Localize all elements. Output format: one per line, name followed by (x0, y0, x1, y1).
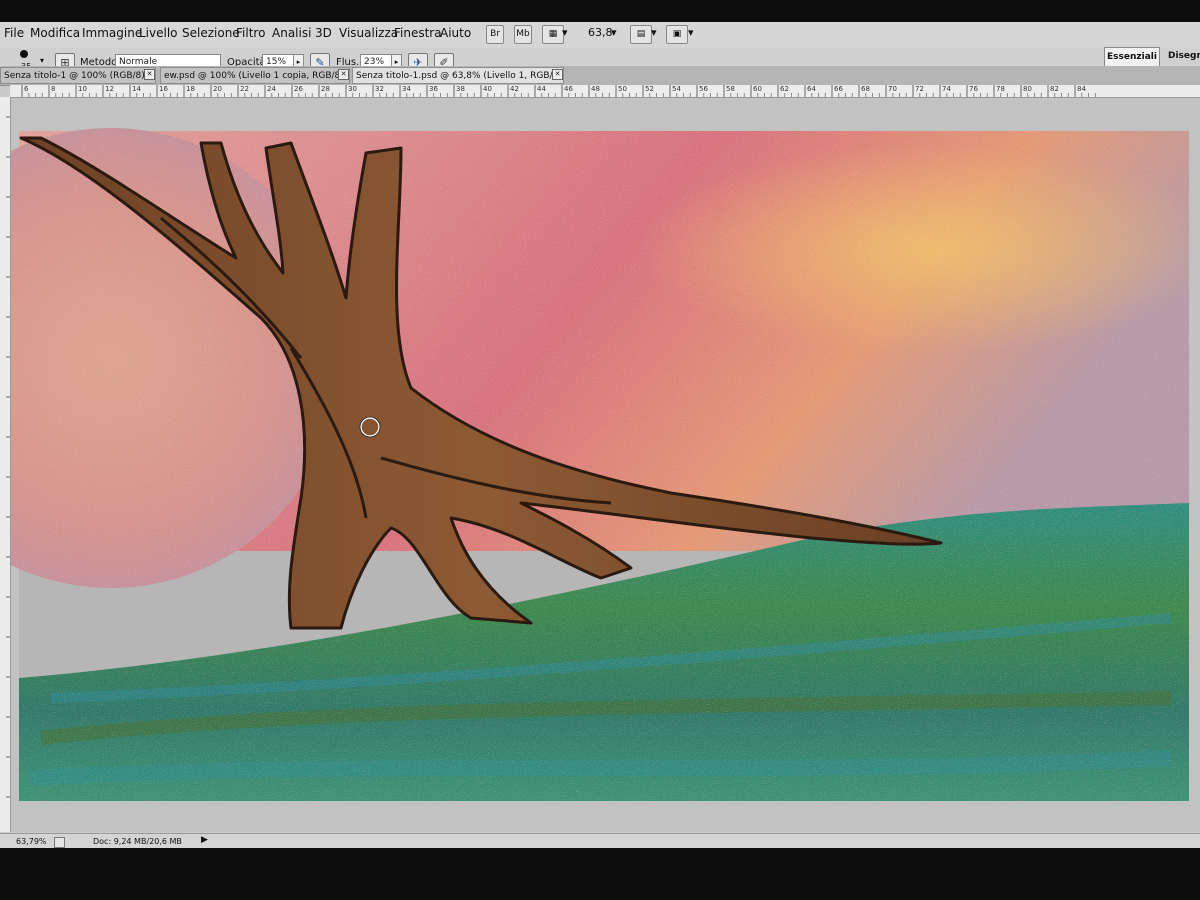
ruler-label: 80 (1023, 85, 1032, 93)
ruler-label: 62 (780, 85, 789, 93)
ruler-label: 74 (942, 85, 951, 93)
photoshop-window: File Modifica Immagine Livello Selezione… (0, 0, 1200, 848)
minibridge-button[interactable]: Mb (514, 25, 532, 44)
status-menu-arrow-icon[interactable]: ▶ (201, 835, 208, 845)
screen-mode-icon[interactable]: ▣ (666, 25, 688, 44)
menu-selezione[interactable]: Selezione (182, 26, 240, 40)
ruler-label: 20 (213, 85, 222, 93)
workspace-essentials-button[interactable]: Essenziali (1104, 47, 1160, 68)
status-preview-icon[interactable] (54, 837, 65, 848)
ruler-label: 70 (888, 85, 897, 93)
menu-filtro[interactable]: Filtro (236, 26, 265, 40)
arrange-documents-icon[interactable]: ▤ (630, 25, 652, 44)
ruler-label: 84 (1077, 85, 1086, 93)
ruler-label: 24 (267, 85, 276, 93)
ruler-label: 54 (672, 85, 681, 93)
menu-visualizza[interactable]: Visualizza (339, 26, 398, 40)
menu-immagine[interactable]: Immagine (82, 26, 142, 40)
ruler-label: 14 (132, 85, 141, 93)
tab-label: Senza titolo-1.psd @ 63,8% (Livello 1, R… (356, 71, 564, 81)
menu-analisi[interactable]: Analisi (272, 26, 311, 40)
ruler-label: 40 (483, 85, 492, 93)
tab-label: ew.psd @ 100% (Livello 1 copia, RGB/8) * (164, 71, 350, 81)
close-icon[interactable]: ✕ (144, 69, 155, 80)
ruler-label: 26 (294, 85, 303, 93)
menu-3d[interactable]: 3D (315, 26, 332, 40)
ruler-label: 6 (24, 85, 29, 93)
ruler-label: 38 (456, 85, 465, 93)
ruler-label: 28 (321, 85, 330, 93)
ruler-label: 10 (78, 85, 87, 93)
ruler-label: 64 (807, 85, 816, 93)
menu-finestra[interactable]: Finestra (394, 26, 442, 40)
ruler-label: 66 (834, 85, 843, 93)
ruler-label: 32 (375, 85, 384, 93)
horizontal-ruler[interactable]: 6 8 10 12 14 16 18 20 22 24 26 28 30 32 34 36 38 40 42 44 46… (10, 85, 1200, 98)
view-extras-chevron-icon[interactable]: ▾ (562, 26, 568, 39)
painting-canvas[interactable] (11, 98, 1200, 832)
ruler-label: 44 (537, 85, 546, 93)
menu-aiuto[interactable]: Aiuto (440, 26, 471, 40)
tab-senza-titolo-1[interactable]: Senza titolo-1 @ 100% (RGB/8) * (0, 67, 156, 84)
screen-bezel-top (0, 0, 1200, 22)
status-doc-size: Doc: 9,24 MB/20,6 MB (93, 837, 182, 846)
ruler-label: 8 (51, 85, 56, 93)
ruler-label: 34 (402, 85, 411, 93)
tab-senza-titolo-1-psd[interactable]: Senza titolo-1.psd @ 63,8% (Livello 1, R… (352, 67, 564, 84)
view-extras-icon[interactable]: ▦ (542, 25, 564, 44)
brush-preset-icon[interactable] (20, 50, 28, 58)
ruler-label: 60 (753, 85, 762, 93)
close-icon[interactable]: ✕ (338, 69, 349, 80)
brush-preset-chevron-icon[interactable]: ▾ (40, 56, 44, 65)
arrange-chevron-icon[interactable]: ▾ (651, 26, 657, 39)
ruler-label: 76 (969, 85, 978, 93)
ruler-label: 78 (996, 85, 1005, 93)
menu-modifica[interactable]: Modifica (30, 26, 80, 40)
zoom-level[interactable]: 63,8 (588, 26, 613, 39)
menu-livello[interactable]: Livello (139, 26, 178, 40)
ruler-label: 48 (591, 85, 600, 93)
ruler-label: 50 (618, 85, 627, 93)
ruler-label: 22 (240, 85, 249, 93)
ruler-label: 72 (915, 85, 924, 93)
screen-mode-chevron-icon[interactable]: ▾ (688, 26, 694, 39)
ruler-label: 18 (186, 85, 195, 93)
ruler-label: 16 (159, 85, 168, 93)
zoom-chevron-icon[interactable]: ▾ (611, 26, 617, 39)
menu-file[interactable]: File (4, 26, 24, 40)
ruler-label: 58 (726, 85, 735, 93)
status-zoom[interactable]: 63,79% (16, 837, 47, 846)
workspace-painting-button[interactable]: Disegno (1168, 51, 1200, 61)
ruler-label: 42 (510, 85, 519, 93)
ruler-label: 30 (348, 85, 357, 93)
bridge-button[interactable]: Br (486, 25, 504, 44)
menu-bar: File Modifica Immagine Livello Selezione… (0, 22, 1200, 49)
ruler-label: 12 (105, 85, 114, 93)
tab-label: Senza titolo-1 @ 100% (RGB/8) * (4, 71, 153, 81)
document-tabs: Senza titolo-1 @ 100% (RGB/8) * ✕ ew.psd… (0, 66, 1200, 86)
ruler-label: 82 (1050, 85, 1059, 93)
close-icon[interactable]: ✕ (552, 69, 563, 80)
tab-ew-psd[interactable]: ew.psd @ 100% (Livello 1 copia, RGB/8) * (160, 67, 350, 84)
ruler-label: 56 (699, 85, 708, 93)
ruler-label: 46 (564, 85, 573, 93)
ruler-label: 52 (645, 85, 654, 93)
vertical-ruler[interactable] (0, 97, 11, 832)
ruler-label: 36 (429, 85, 438, 93)
vertical-ruler-ticks (6, 116, 10, 798)
canvas-area[interactable] (11, 98, 1200, 832)
ruler-label: 68 (861, 85, 870, 93)
status-bar: 63,79% Doc: 9,24 MB/20,6 MB ▶ (0, 833, 1200, 848)
